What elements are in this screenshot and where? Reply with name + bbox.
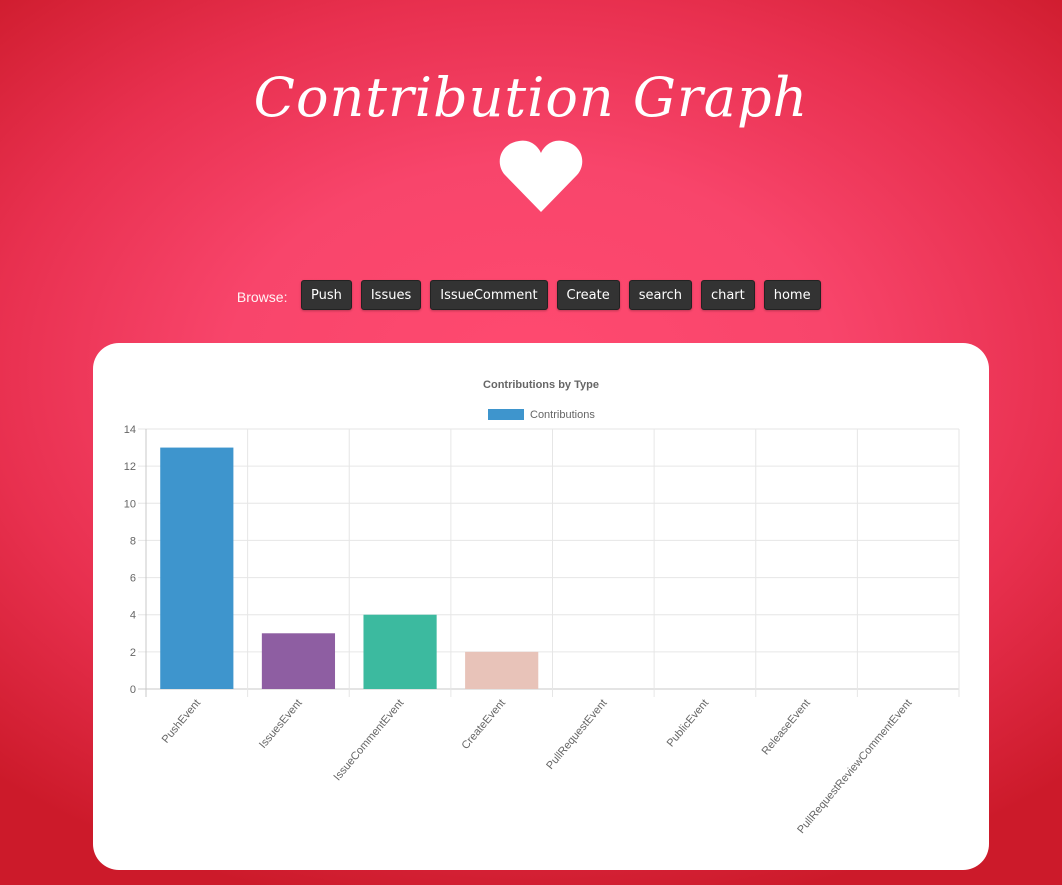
- chart-grid: [138, 428, 960, 697]
- bar-chart: Contributions by Type Contributions 0 2 4 6…: [124, 379, 960, 836]
- y-tick-label: 2: [130, 647, 136, 659]
- y-tick-label: 8: [130, 535, 136, 547]
- y-axis: 0 2 4 6 8 10 12 14: [124, 424, 136, 696]
- x-tick-label: PushEvent: [160, 697, 203, 745]
- y-tick-label: 4: [130, 610, 136, 622]
- chart-title: Contributions by Type: [483, 379, 599, 391]
- x-tick-label: IssuesEvent: [257, 697, 305, 751]
- nav-button-chart[interactable]: chart: [700, 280, 755, 310]
- y-tick-label: 6: [130, 573, 136, 585]
- heart-icon: [499, 140, 583, 212]
- y-tick-label: 12: [124, 461, 136, 473]
- y-tick-label: 0: [130, 684, 136, 696]
- bar-CreateEvent[interactable]: [465, 651, 539, 689]
- nav-button-issuecomment[interactable]: IssueComment: [430, 280, 548, 310]
- legend-swatch[interactable]: [488, 409, 524, 420]
- legend-label[interactable]: Contributions: [530, 409, 595, 421]
- x-tick-label: IssueCommentEvent: [332, 697, 407, 783]
- y-tick-label: 14: [124, 424, 136, 436]
- nav-button-issues[interactable]: Issues: [360, 280, 422, 310]
- y-tick-label: 10: [124, 498, 136, 510]
- chart-card: Contributions by Type Contributions 0 2 4 6…: [93, 343, 989, 870]
- bar-PushEvent[interactable]: [160, 447, 234, 689]
- page-title: Contribution Graph: [253, 66, 809, 129]
- x-tick-label: CreateEvent: [459, 697, 508, 752]
- x-tick-label: ReleaseEvent: [760, 697, 813, 757]
- nav-button-create[interactable]: Create: [556, 280, 620, 310]
- nav-button-search[interactable]: search: [628, 280, 692, 310]
- x-tick-label: PullRequestReviewCommentEvent: [795, 697, 914, 836]
- x-tick-label: PullRequestEvent: [544, 697, 609, 772]
- x-axis: PushEvent IssuesEvent IssueCommentEvent Cre…: [160, 697, 915, 836]
- bar-IssuesEvent[interactable]: [261, 633, 336, 689]
- browse-label: Browse:: [236, 288, 288, 305]
- browse-nav: Browse: Push Issues IssueComment Create …: [0, 280, 1062, 310]
- bar-IssueCommentEvent[interactable]: [363, 614, 437, 689]
- x-tick-label: PublicEvent: [665, 697, 712, 749]
- nav-button-home[interactable]: home: [763, 280, 821, 310]
- nav-button-push[interactable]: Push: [300, 280, 352, 310]
